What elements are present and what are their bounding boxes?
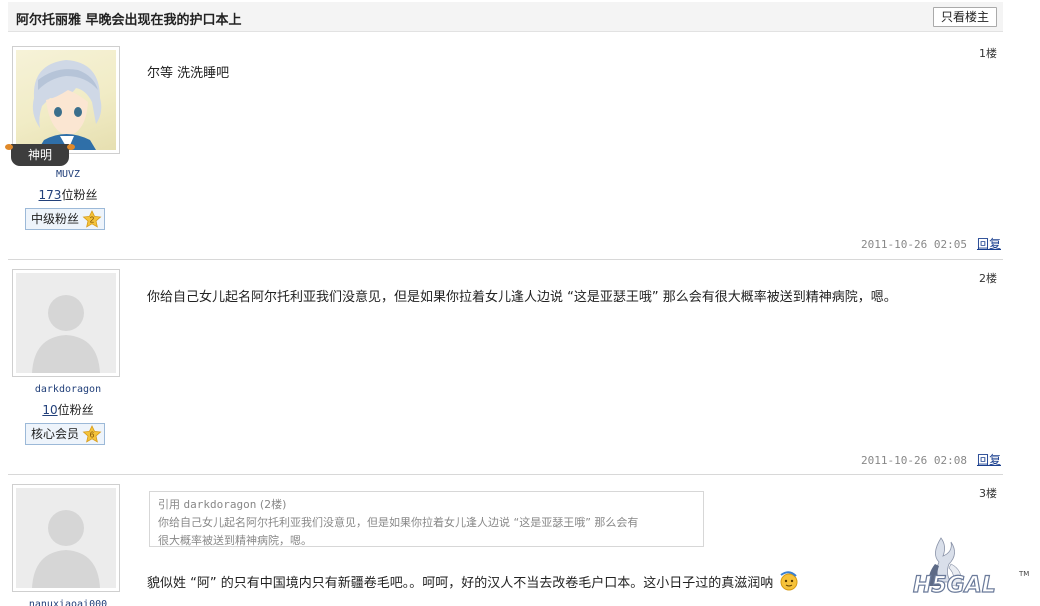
avatar-image	[16, 50, 116, 150]
only-author-button[interactable]: 只看楼主	[932, 7, 997, 27]
quote-prefix: 引用	[158, 498, 180, 511]
avatar[interactable]: 神明	[5, 46, 120, 166]
star-icon: 6	[82, 425, 102, 443]
default-avatar-icon	[32, 295, 100, 373]
post-3: nanuxiaoai000 3楼 引用 darkdoragon (2楼) 你给自…	[8, 476, 1003, 606]
floor-number: 2楼	[979, 272, 997, 285]
fans-count: 10位粉丝	[8, 401, 128, 418]
post-text: 貌似姓 “阿” 的只有中国境内只有新疆卷毛吧。。呵呵，好的汉人不当去改卷毛户口本…	[147, 576, 774, 591]
member-level-label: 中级粉丝	[31, 212, 80, 226]
anime-avatar-icon	[32, 60, 102, 150]
post-2: darkdoragon 10位粉丝 核心会员 6 2楼 你给自己女儿起名阿尔托利…	[8, 261, 1003, 475]
avatar-image	[16, 273, 116, 373]
avatar-image	[16, 488, 116, 588]
post-timestamp: 2011-10-26 02:08	[861, 454, 967, 467]
fans-count: 173位粉丝	[8, 186, 128, 203]
quote-author: darkdoragon	[183, 498, 257, 511]
reply-link[interactable]: 回复	[977, 453, 1001, 467]
star-level: 2	[90, 216, 95, 225]
member-level-label: 核心会员	[31, 427, 80, 441]
avatar[interactable]	[12, 269, 120, 377]
watermark-text: H5GAL	[913, 573, 996, 598]
quote-line-1: 你给自己女儿起名阿尔托利亚我们没意见，但是如果你拉着女儿逢人边说 “这是亚瑟王哦…	[158, 516, 639, 529]
post-footer: 2011-10-26 02:05 回复	[861, 235, 1001, 252]
avatar[interactable]	[12, 484, 120, 592]
post-timestamp: 2011-10-26 02:05	[861, 238, 967, 251]
reply-link[interactable]: 回复	[977, 237, 1001, 251]
quote-block: 引用 darkdoragon (2楼) 你给自己女儿起名阿尔托利亚我们没意见，但…	[149, 491, 704, 547]
post-1: 神明 MUVZ 173位粉丝 中级粉丝 2 1楼 尔等 洗洗睡吧 2011-10…	[5, 38, 1003, 260]
fans-count-link[interactable]: 173	[39, 188, 62, 202]
floor-number: 3楼	[979, 487, 997, 500]
quote-floor: (2楼)	[259, 498, 287, 511]
star-level: 6	[90, 431, 95, 440]
default-avatar-icon	[32, 510, 100, 588]
rank-badge: 神明	[5, 144, 75, 166]
thread-header: 阿尔托丽雅 早晚会出现在我的护口本上 只看楼主	[8, 2, 1003, 32]
post-footer: 2011-10-26 02:08 回复	[861, 451, 1001, 468]
floor-number: 1楼	[979, 47, 997, 60]
quote-line-2: 很大概率被送到精神病院，嗯。	[158, 534, 312, 547]
star-icon: 2	[82, 210, 102, 228]
mascot-logo-icon: H5GAL TM	[912, 537, 1029, 599]
fans-suffix: 位粉丝	[57, 403, 94, 417]
member-level-badge: 核心会员 6	[25, 423, 106, 445]
quote-header: 引用 darkdoragon (2楼)	[158, 496, 695, 514]
fans-count-link[interactable]: 10	[42, 403, 57, 417]
post-content: 尔等 洗洗睡吧	[147, 66, 230, 81]
emoticon-icon	[780, 571, 798, 591]
post-content: 你给自己女儿起名阿尔托利亚我们没意见，但是如果你拉着女儿逢人边说 “这是亚瑟王哦…	[147, 290, 897, 305]
username[interactable]: nanuxiaoai000	[8, 599, 128, 606]
thread-title: 阿尔托丽雅 早晚会出现在我的护口本上	[16, 13, 242, 28]
post-content: 貌似姓 “阿” 的只有中国境内只有新疆卷毛吧。。呵呵，好的汉人不当去改卷毛户口本…	[147, 571, 799, 594]
site-watermark: H5GAL TM	[905, 534, 1035, 604]
trademark-mark: TM	[1018, 570, 1029, 578]
username[interactable]: darkdoragon	[8, 384, 128, 395]
member-level-badge: 中级粉丝 2	[25, 208, 106, 230]
username[interactable]: MUVZ	[8, 169, 128, 180]
fans-suffix: 位粉丝	[61, 188, 98, 202]
